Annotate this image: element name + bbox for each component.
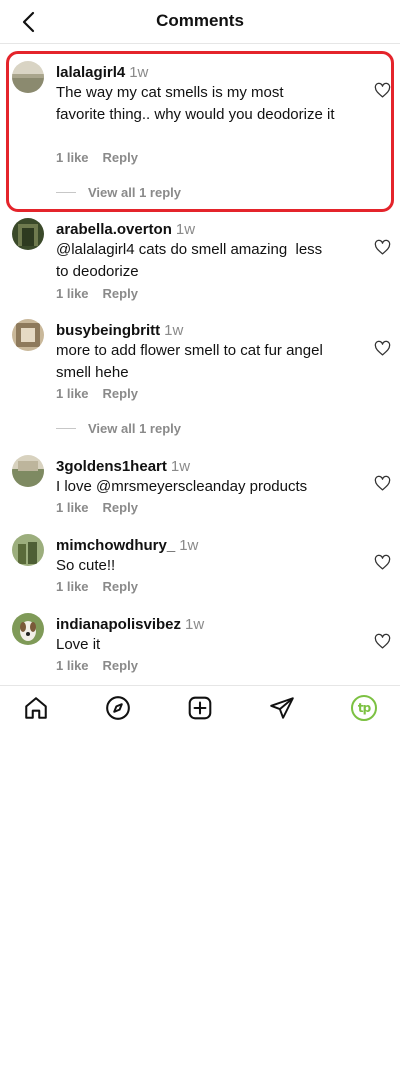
username[interactable]: mimchowdhury_ <box>56 537 175 554</box>
comment-text: more to add flower smell to cat fur ange… <box>56 342 323 381</box>
view-replies-link[interactable]: View all 1 reply <box>56 421 181 436</box>
avatar[interactable] <box>12 61 44 93</box>
bottom-tab-bar: tp <box>0 685 400 731</box>
view-replies-link[interactable]: View all 1 reply <box>56 185 181 200</box>
avatar[interactable] <box>12 319 44 351</box>
reply-button[interactable]: Reply <box>103 579 138 594</box>
heart-icon[interactable] <box>374 340 391 357</box>
tab-create[interactable] <box>186 694 214 722</box>
comment-actions: 1 like Reply <box>56 579 138 594</box>
tab-messages[interactable] <box>268 694 296 722</box>
username[interactable]: 3goldens1heart <box>56 458 167 475</box>
comment-meta: lalalagirl4 1w <box>56 64 148 82</box>
header: Comments <box>0 0 400 44</box>
heart-icon[interactable] <box>374 554 391 571</box>
direct-message-icon <box>270 697 294 719</box>
reply-button[interactable]: Reply <box>103 286 138 301</box>
comment-actions: 1 like Reply <box>56 150 138 165</box>
comment-actions: 1 like Reply <box>56 500 138 515</box>
avatar[interactable] <box>12 613 44 645</box>
comment-meta: 3goldens1heart 1w <box>56 458 190 476</box>
like-count[interactable]: 1 like <box>56 150 89 165</box>
explore-icon <box>106 696 130 720</box>
timestamp: 1w <box>164 322 184 339</box>
heart-icon[interactable] <box>374 82 391 99</box>
username[interactable]: arabella.overton <box>56 221 172 238</box>
comment-text: So cute!!⁣ <box>56 557 116 574</box>
avatar[interactable] <box>12 218 44 250</box>
timestamp: 1w <box>185 616 205 633</box>
divider <box>56 428 76 429</box>
avatar[interactable] <box>12 534 44 566</box>
username[interactable]: busybeingbritt <box>56 322 160 339</box>
like-count[interactable]: 1 like <box>56 579 89 594</box>
reply-button[interactable]: Reply <box>103 658 138 673</box>
view-replies-label: View all 1 reply <box>88 185 181 200</box>
comment-meta: busybeingbritt 1w <box>56 322 183 340</box>
tab-explore[interactable] <box>104 694 132 722</box>
comment-meta: indianapolisvibez 1w <box>56 616 204 634</box>
home-icon <box>25 697 47 719</box>
username[interactable]: indianapolisvibez <box>56 616 181 633</box>
heart-icon[interactable] <box>374 475 391 492</box>
comment-text: The way my cat smells is my most favorit… <box>56 84 335 123</box>
like-count[interactable]: 1 like <box>56 386 89 401</box>
comment-actions: 1 like Reply <box>56 286 138 301</box>
tab-home[interactable] <box>22 694 50 722</box>
reply-button[interactable]: Reply <box>103 150 138 165</box>
view-replies-label: View all 1 reply <box>88 421 181 436</box>
comment-meta: mimchowdhury_ 1w <box>56 537 198 555</box>
like-count[interactable]: 1 like <box>56 658 89 673</box>
timestamp: 1w <box>175 221 196 238</box>
divider <box>56 192 76 193</box>
comment-text: I love @mrsmeyerscleanday products ⁣ <box>56 478 312 495</box>
timestamp: 1w <box>179 537 199 554</box>
timestamp: 1w <box>170 458 191 475</box>
like-count[interactable]: 1 like <box>56 500 89 515</box>
comment-meta: arabella.overton 1w <box>56 221 195 239</box>
reply-button[interactable]: Reply <box>103 500 138 515</box>
avatar[interactable] <box>12 455 44 487</box>
reply-button[interactable]: Reply <box>103 386 138 401</box>
comment-actions: 1 like Reply <box>56 658 138 673</box>
timestamp: 1w <box>129 64 149 81</box>
like-count[interactable]: 1 like <box>56 286 89 301</box>
tab-profile[interactable]: tp <box>351 695 377 721</box>
username[interactable]: lalalagirl4 <box>56 64 125 81</box>
comment-text: @lalalagirl4 cats do smell amazing ⁣ les… <box>56 241 323 280</box>
page-title: Comments <box>156 11 244 30</box>
profile-icon: tp <box>357 701 371 715</box>
heart-icon[interactable] <box>374 633 391 650</box>
create-icon <box>188 696 212 720</box>
heart-icon[interactable] <box>374 239 391 256</box>
comment-text: Love it <box>56 636 101 653</box>
comment-actions: 1 like Reply <box>56 386 138 401</box>
